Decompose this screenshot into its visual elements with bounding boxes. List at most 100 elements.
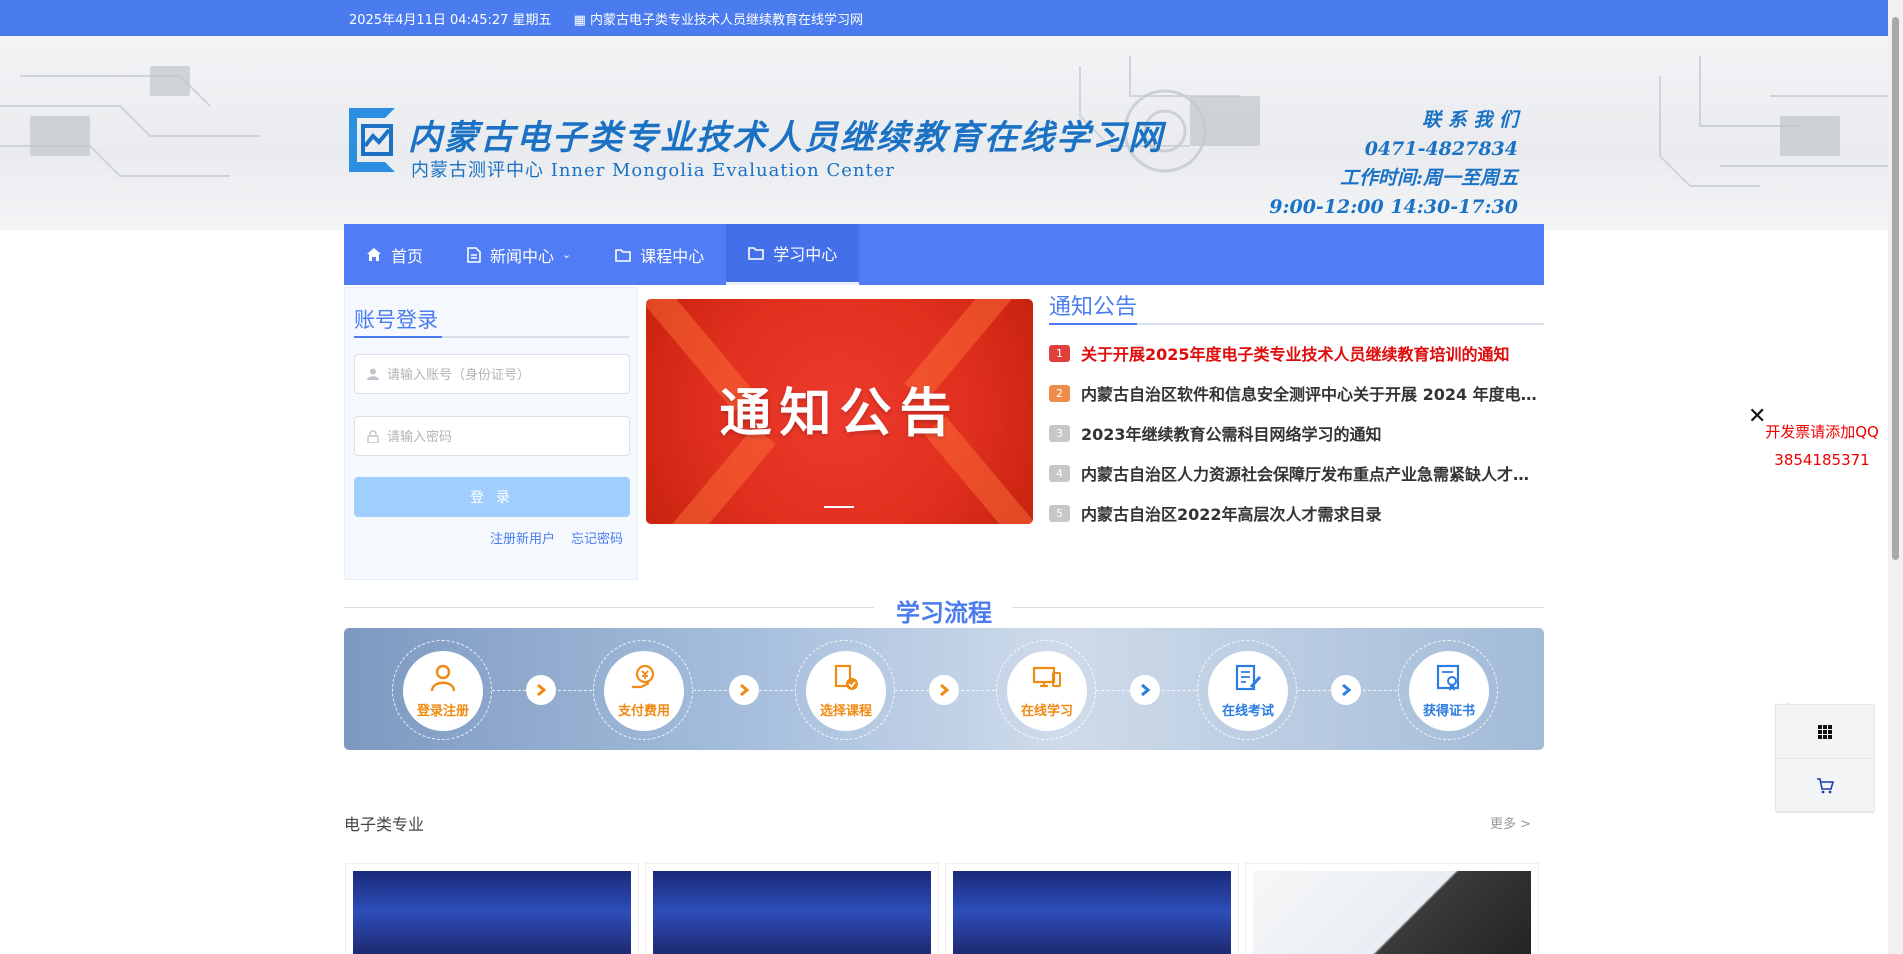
course-card[interactable] xyxy=(645,863,939,954)
notice-item[interactable]: 3 2023年继续教育公需科目网络学习的通知 xyxy=(1049,413,1544,453)
forgot-password-link[interactable]: 忘记密码 xyxy=(571,528,623,547)
flow-step-circle: 选择课程 xyxy=(806,651,886,731)
login-title-underline xyxy=(354,336,629,338)
course-card[interactable] xyxy=(945,863,1239,954)
flow-step-circle: 获得证书 xyxy=(1409,651,1489,731)
top-site-name: ▦ 内蒙古电子类专业技术人员继续教育在线学习网 xyxy=(573,13,863,28)
notice-rank-badge: 1 xyxy=(1049,344,1070,362)
folder-icon xyxy=(615,248,632,262)
course-thumbnail xyxy=(1253,871,1531,954)
course-thumbnail xyxy=(953,871,1231,954)
user-icon xyxy=(428,663,458,697)
flow-step-label: 获得证书 xyxy=(1422,704,1475,719)
course-thumbnail xyxy=(653,871,931,954)
page-scrollbar[interactable] xyxy=(1888,0,1903,954)
notice-list: 1 关于开展2025年度电子类专业技术人员继续教育培训的通知 2 内蒙古自治区软件和信… xyxy=(1049,333,1544,533)
current-datetime: 2025年4月11日 04:45:27 星期五 xyxy=(349,13,552,28)
contact-info: 联 系 我 们 0471-4827834 工作时间:周一至周五 9:00-12:… xyxy=(1269,106,1518,222)
scrollbar-thumb[interactable] xyxy=(1892,17,1899,560)
course-thumbnail xyxy=(353,871,631,954)
flow-step-label: 在线考试 xyxy=(1221,704,1274,719)
notice-item[interactable]: 1 关于开展2025年度电子类专业技术人员继续教育培训的通知 xyxy=(1049,333,1544,373)
notice-link[interactable]: 内蒙古自治区软件和信息安全测评中心关于开展 2024 年度电子类专业技术人员继续… xyxy=(1081,381,1543,405)
flow-title-bar: 学习流程 xyxy=(344,593,1544,627)
notice-item[interactable]: 2 内蒙古自治区软件和信息安全测评中心关于开展 2024 年度电子类专业技术人员继… xyxy=(1049,373,1544,413)
online-study-icon xyxy=(1032,663,1062,697)
notice-item[interactable]: 5 内蒙古自治区2022年高层次人才需求目录 xyxy=(1049,493,1544,533)
flow-step-label: 支付费用 xyxy=(617,704,670,719)
course-card[interactable] xyxy=(1245,863,1539,954)
chevron-right-icon xyxy=(929,675,959,705)
account-field[interactable] xyxy=(354,354,630,394)
site-subtitle: 内蒙古测评中心 Inner Mongolia Evaluation Center xyxy=(411,160,895,181)
notice-rank-badge: 2 xyxy=(1049,384,1070,402)
login-links: 注册新用户 忘记密码 xyxy=(490,528,623,547)
nav-item-news[interactable]: 新闻中心 ⌄ xyxy=(445,224,593,285)
notice-carousel[interactable]: 通知公告 xyxy=(646,299,1033,524)
carousel-text: 通知公告 xyxy=(719,384,960,444)
flow-step: 登录注册 xyxy=(392,640,492,740)
chevron-right-icon xyxy=(1331,675,1361,705)
notice-section: 通知公告 1 关于开展2025年度电子类专业技术人员继续教育培训的通知 2 内蒙古自治… xyxy=(1049,287,1544,533)
notice-link[interactable]: 2023年继续教育公需科目网络学习的通知 xyxy=(1081,421,1382,445)
flow-step: 在线考试 xyxy=(1197,640,1297,740)
carousel-indicator[interactable] xyxy=(824,506,854,508)
register-link[interactable]: 注册新用户 xyxy=(490,528,555,547)
notice-link[interactable]: 内蒙古自治区2022年高层次人才需求目录 xyxy=(1081,501,1382,525)
payment-icon xyxy=(629,663,659,697)
flow-step-circle: 支付费用 xyxy=(604,651,684,731)
notice-link[interactable]: 关于开展2025年度电子类专业技术人员继续教育培训的通知 xyxy=(1081,341,1510,365)
notice-title: 通知公告 xyxy=(1049,295,1138,320)
invoice-qq-notice: 开发票请添加QQ 3854185371 xyxy=(1762,418,1882,474)
notice-rank-badge: 3 xyxy=(1049,424,1070,442)
flow-step-circle: 在线考试 xyxy=(1208,651,1288,731)
nav-item-study-center[interactable]: 学习中心 xyxy=(726,224,860,285)
learning-flow: 登录注册 支付费用 选择课程 在线学习 在线考试 获得证书 xyxy=(344,628,1544,750)
notice-rank-badge: 4 xyxy=(1049,464,1070,482)
flow-step-circle: 登录注册 xyxy=(403,651,483,731)
more-link[interactable]: 更多 > xyxy=(1490,813,1531,832)
nav-item-home[interactable]: 首页 xyxy=(344,224,445,285)
flow-step-label: 在线学习 xyxy=(1020,704,1073,719)
header-banner: 内蒙古电子类专业技术人员继续教育在线学习网 内蒙古测评中心 Inner Mong… xyxy=(0,36,1888,230)
side-toolbar xyxy=(1775,704,1875,813)
nav-label-study-center: 学习中心 xyxy=(773,245,838,264)
cart-icon xyxy=(1817,777,1834,793)
grid-menu-button[interactable] xyxy=(1776,705,1874,759)
flow-title: 学习流程 xyxy=(896,599,992,627)
notice-link[interactable]: 内蒙古自治区人力资源社会保障厅发布重点产业急需紧缺人才目录 xyxy=(1081,461,1543,485)
main-nav: 首页 新闻中心 ⌄ 课程中心 学习中心 xyxy=(344,224,1544,285)
chevron-right-icon xyxy=(1130,675,1160,705)
top-bar: 2025年4月11日 04:45:27 星期五 ▦ 内蒙古电子类专业技术人员继续… xyxy=(0,0,1888,36)
chevron-right-icon xyxy=(526,675,556,705)
password-field[interactable] xyxy=(354,416,630,456)
cart-button[interactable] xyxy=(1776,759,1874,813)
folder-icon xyxy=(748,247,765,260)
notice-item[interactable]: 4 内蒙古自治区人力资源社会保障厅发布重点产业急需紧缺人才目录 xyxy=(1049,453,1544,493)
work-days: 工作时间:周一至周五 xyxy=(1339,167,1518,189)
certificate-icon xyxy=(1434,663,1464,697)
qq-line-1: 开发票请添加QQ xyxy=(1765,423,1879,441)
contact-phone: 0471-4827834 xyxy=(1364,138,1518,160)
site-logo xyxy=(349,108,395,172)
document-icon xyxy=(467,246,481,263)
notice-title-underline xyxy=(1049,323,1544,325)
course-select-icon xyxy=(831,663,861,697)
login-title: 账号登录 xyxy=(354,308,438,332)
flow-step: 在线学习 xyxy=(996,640,1096,740)
lock-icon xyxy=(367,429,379,443)
home-icon xyxy=(367,248,381,261)
nav-item-courses[interactable]: 课程中心 xyxy=(593,224,726,285)
work-hours: 9:00-12:00 14:30-17:30 xyxy=(1269,196,1518,218)
login-button[interactable]: 登 录 xyxy=(354,477,630,517)
site-title: 内蒙古电子类专业技术人员继续教育在线学习网 xyxy=(408,118,1164,158)
flow-step-label: 选择课程 xyxy=(819,704,872,719)
course-card[interactable] xyxy=(345,863,639,954)
nav-label-news: 新闻中心 xyxy=(490,246,555,266)
chevron-right-icon xyxy=(729,675,759,705)
exam-icon xyxy=(1233,663,1263,697)
flow-step: 选择课程 xyxy=(795,640,895,740)
password-input[interactable] xyxy=(387,428,617,444)
account-input[interactable] xyxy=(387,366,617,382)
user-icon xyxy=(367,368,379,380)
